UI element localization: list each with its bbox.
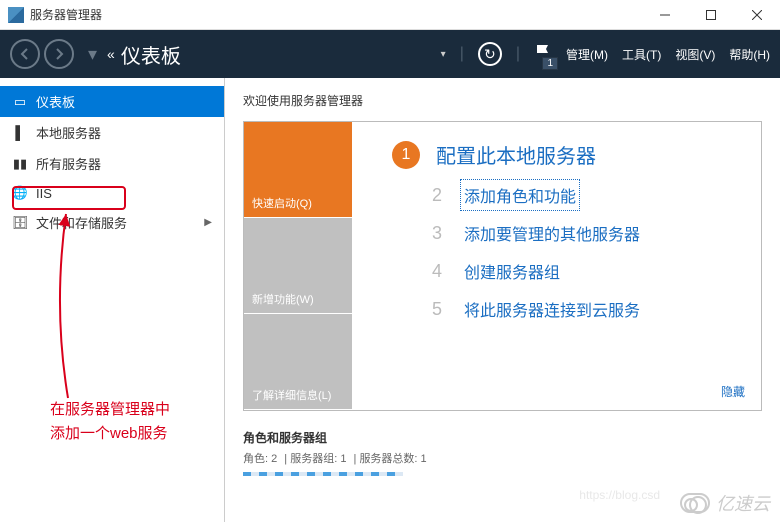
step-add-servers[interactable]: 3 添加要管理的其他服务器: [426, 221, 741, 245]
step-number: 4: [426, 261, 448, 282]
window-title: 服务器管理器: [30, 6, 642, 23]
step-label: 将此服务器连接到云服务: [464, 297, 640, 321]
step-configure-server[interactable]: 1 配置此本地服务器: [392, 140, 741, 169]
storage-icon: 🗄: [12, 215, 28, 231]
step-number: 3: [426, 223, 448, 244]
tile-learnmore[interactable]: 了解详细信息(L): [244, 314, 352, 410]
roles-groups-stats: 角色: 2 | 服务器组: 1 | 服务器总数: 1: [243, 450, 762, 466]
separator: |: [516, 45, 520, 63]
step-number: 2: [426, 185, 448, 206]
watermark-blog: https://blog.csd: [579, 488, 660, 502]
separator: |: [460, 45, 464, 63]
back-button[interactable]: [10, 39, 40, 69]
sidebar-item-file-storage[interactable]: 🗄 文件和存储服务 ▶: [0, 207, 224, 238]
nav-separator: ▾: [88, 44, 97, 65]
help-menu[interactable]: 帮助(H): [729, 46, 770, 63]
notifications-button[interactable]: 1: [534, 43, 552, 66]
step-cloud-connect[interactable]: 5 将此服务器连接到云服务: [426, 297, 741, 321]
step-label: 添加要管理的其他服务器: [464, 221, 640, 245]
tools-menu[interactable]: 工具(T): [622, 46, 661, 63]
watermark-icon: [680, 493, 710, 513]
minimize-button[interactable]: [642, 0, 688, 30]
dropdown-caret[interactable]: ▾: [441, 49, 446, 60]
manage-menu[interactable]: 管理(M): [566, 46, 608, 63]
welcome-panel: 快速启动(Q) 新增功能(W) 了解详细信息(L) 1 配置此本地服务器 2 添…: [243, 121, 762, 411]
notification-count: 1: [542, 57, 558, 70]
dashboard-icon: ▭: [12, 94, 28, 110]
sidebar-item-label: IIS: [36, 186, 52, 201]
servers-icon: ▮▮: [12, 156, 28, 172]
view-menu[interactable]: 视图(V): [675, 46, 715, 63]
tile-whatsnew[interactable]: 新增功能(W): [244, 218, 352, 314]
server-icon: ▌: [12, 125, 28, 141]
step-label: 创建服务器组: [464, 259, 560, 283]
hide-link[interactable]: 隐藏: [721, 383, 745, 400]
welcome-heading: 欢迎使用服务器管理器: [243, 92, 762, 109]
sidebar-item-label: 本地服务器: [36, 123, 101, 142]
sidebar-item-label: 文件和存储服务: [36, 213, 127, 232]
chevron-right-icon: ▶: [204, 217, 212, 228]
loading-indicator: [243, 472, 403, 476]
app-icon: [8, 7, 24, 23]
close-button[interactable]: [734, 0, 780, 30]
step-label: 配置此本地服务器: [436, 140, 596, 169]
step-add-roles[interactable]: 2 添加角色和功能: [426, 183, 741, 207]
sidebar-item-all-servers[interactable]: ▮▮ 所有服务器: [0, 148, 224, 179]
breadcrumb-label: 仪表板: [121, 40, 181, 69]
sidebar-item-iis[interactable]: 🌐 IIS: [0, 179, 224, 207]
step-create-group[interactable]: 4 创建服务器组: [426, 259, 741, 283]
sidebar-item-label: 仪表板: [36, 92, 75, 111]
watermark: 亿速云: [680, 490, 770, 516]
breadcrumb[interactable]: « 仪表板: [107, 40, 181, 69]
sidebar-item-dashboard[interactable]: ▭ 仪表板: [0, 86, 224, 117]
annotation-text: 在服务器管理器中 添加一个web服务: [50, 398, 170, 446]
forward-button[interactable]: [44, 39, 74, 69]
iis-icon: 🌐: [12, 185, 28, 201]
annotation-arrow: [48, 208, 108, 408]
tile-quickstart[interactable]: 快速启动(Q): [244, 122, 352, 218]
step-label: 添加角色和功能: [464, 183, 576, 207]
step-number: 5: [426, 299, 448, 320]
sidebar-item-local-server[interactable]: ▌ 本地服务器: [0, 117, 224, 148]
roles-groups-heading: 角色和服务器组: [243, 429, 762, 446]
sidebar-item-label: 所有服务器: [36, 154, 101, 173]
step-number: 1: [392, 141, 420, 169]
refresh-button[interactable]: [478, 42, 502, 66]
maximize-button[interactable]: [688, 0, 734, 30]
